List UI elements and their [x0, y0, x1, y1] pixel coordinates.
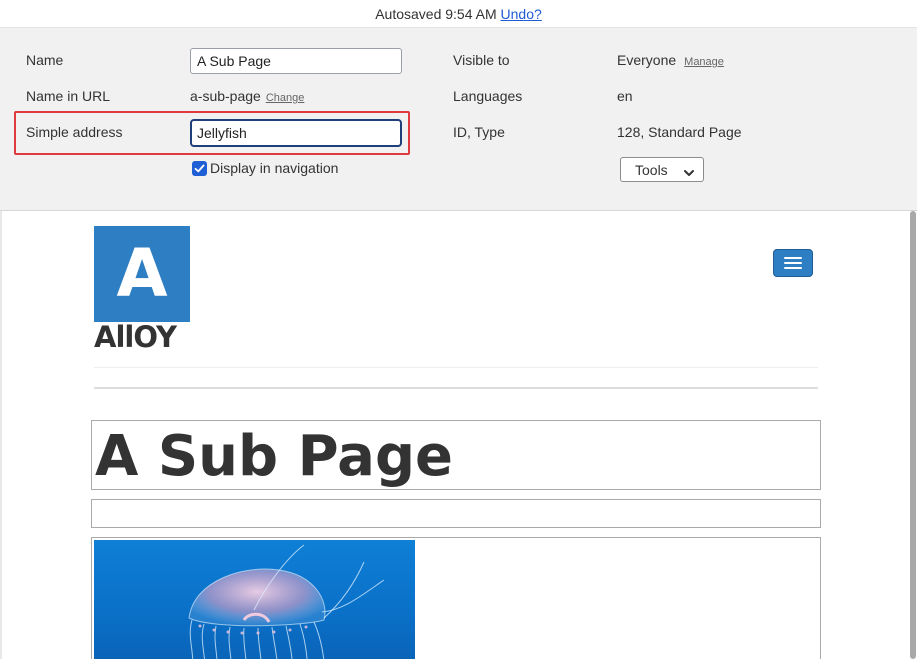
autosave-bar: Autosaved 9:54 AM Undo?	[0, 0, 917, 28]
autosave-status: Autosaved 9:54 AM	[375, 6, 497, 22]
undo-link[interactable]: Undo?	[501, 6, 542, 22]
page-title-block[interactable]: A Sub Page	[91, 420, 821, 490]
page-properties-panel: Name Name in URL a-sub-page Change Simple…	[0, 28, 917, 211]
name-in-url-label: Name in URL	[26, 88, 111, 104]
preview-left-edge	[0, 211, 2, 659]
page-preview: A AllOY A Sub Page	[0, 211, 917, 659]
display-in-navigation-label: Display in navigation	[210, 160, 339, 176]
change-url-link[interactable]: Change	[266, 92, 305, 104]
languages-value: en	[617, 88, 633, 104]
languages-label: Languages	[453, 88, 523, 104]
hamburger-menu-button[interactable]	[773, 249, 813, 277]
content-divider	[94, 387, 818, 389]
teaser-text-block[interactable]	[91, 499, 821, 528]
url-segment-text: a-sub-page	[190, 88, 261, 104]
scrollbar-thumb[interactable]	[910, 211, 916, 659]
hamburger-icon-bar	[784, 267, 802, 269]
checkbox-checked-icon[interactable]	[192, 160, 207, 176]
alloy-logo[interactable]: A	[94, 226, 190, 322]
name-in-url-value: a-sub-page Change	[190, 88, 304, 104]
visible-to-value: Everyone Manage	[617, 52, 724, 68]
hamburger-icon-bar	[784, 257, 802, 259]
name-label: Name	[26, 52, 64, 68]
chevron-down-icon	[683, 165, 695, 181]
page-title: A Sub Page	[95, 424, 454, 489]
preview-scrollbar[interactable]	[909, 211, 917, 659]
manage-link[interactable]: Manage	[684, 56, 724, 68]
jellyfish-illustration	[188, 544, 385, 659]
jellyfish-image	[94, 540, 415, 659]
id-type-label: ID, Type	[453, 124, 505, 140]
id-type-value: 128, Standard Page	[617, 124, 742, 140]
visible-to-label: Visible to	[453, 52, 510, 68]
hamburger-icon-bar	[784, 262, 802, 264]
tools-dropdown[interactable]: Tools	[620, 157, 704, 182]
simple-address-label: Simple address	[26, 124, 123, 140]
logo-wordmark: AllOY	[94, 320, 177, 354]
header-divider	[94, 367, 818, 368]
name-input[interactable]	[190, 48, 402, 74]
visible-to-text: Everyone	[617, 52, 677, 68]
logo-letter: A	[116, 235, 168, 312]
display-in-navigation-checkbox[interactable]: Display in navigation	[192, 160, 338, 176]
tools-label: Tools	[635, 161, 668, 178]
main-body-block[interactable]	[91, 537, 821, 659]
simple-address-input[interactable]	[190, 119, 402, 147]
